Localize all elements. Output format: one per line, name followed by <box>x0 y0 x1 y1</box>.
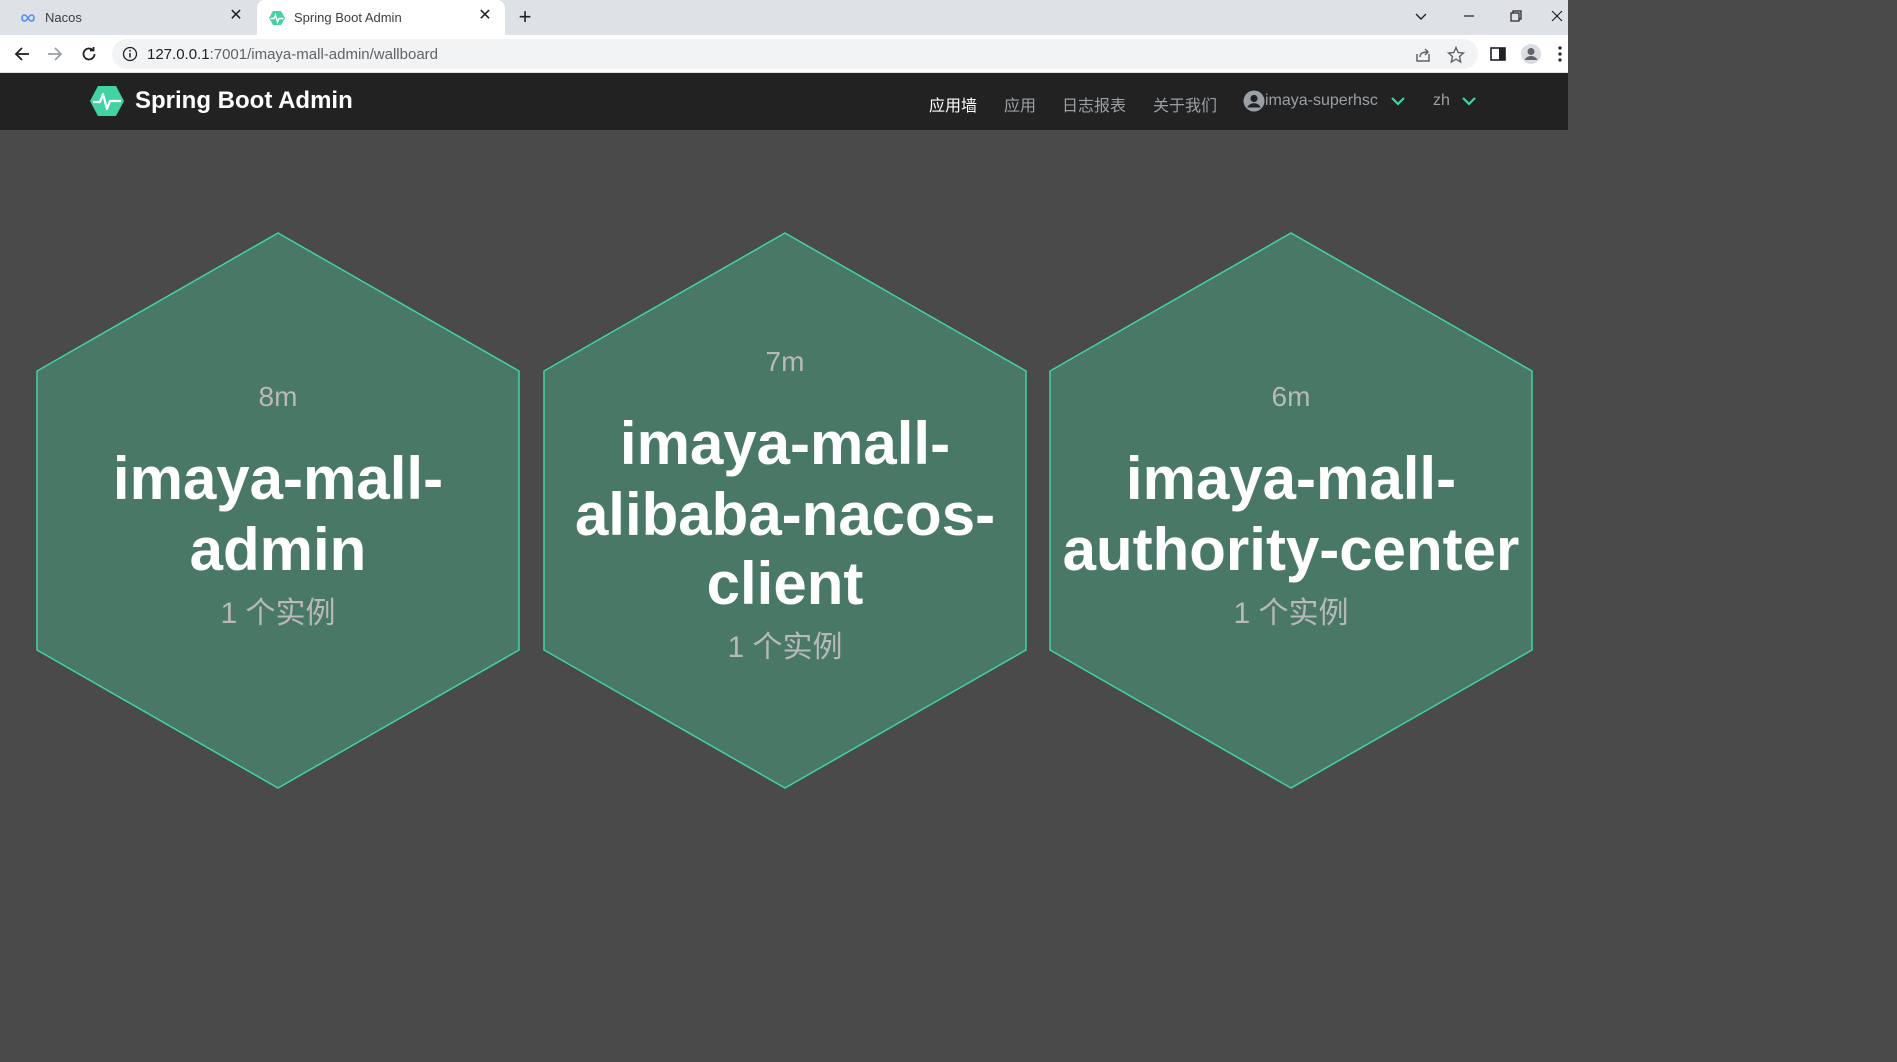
back-icon[interactable] <box>10 42 34 66</box>
app-name-line: imaya-mall- <box>1125 445 1457 512</box>
profile-avatar-icon[interactable] <box>1519 42 1543 66</box>
nav-link-journal[interactable]: 日志报表 <box>1062 92 1126 116</box>
close-icon[interactable]: ✕ <box>477 8 493 24</box>
share-icon[interactable] <box>1414 46 1432 64</box>
brand-title[interactable]: Spring Boot Admin <box>135 87 353 115</box>
app-uptime: 8m <box>258 381 298 412</box>
tab-title: Nacos <box>45 10 82 25</box>
app-instance-count: 1 个实例 <box>727 631 843 664</box>
app-hex-imaya-mall-admin[interactable]: 8m imaya-mall- admin 1 个实例 <box>36 232 520 789</box>
nav-link-about[interactable]: 关于我们 <box>1153 92 1217 116</box>
app-hex-imaya-mall-authority-center[interactable]: 6m imaya-mall- authority-center 1 个实例 <box>1049 232 1533 789</box>
site-info-icon[interactable] <box>122 46 138 62</box>
reload-icon[interactable] <box>77 42 101 66</box>
bookmark-star-icon[interactable] <box>1447 46 1465 64</box>
app-name-line: client <box>706 550 864 617</box>
menu-dots-icon[interactable] <box>1552 42 1568 66</box>
app-name-line: authority-center <box>1062 516 1520 583</box>
app-uptime: 6m <box>1271 381 1311 412</box>
restore-icon[interactable] <box>1502 4 1530 28</box>
app-hex-imaya-mall-alibaba-nacos-client[interactable]: 7m imaya-mall- alibaba-nacos- client 1 个… <box>543 232 1027 789</box>
spring-boot-admin-logo-icon[interactable] <box>90 85 124 117</box>
browser-tab-bar: Nacos ✕ Spring Boot Admin ✕ + <box>0 0 1568 35</box>
forward-icon[interactable] <box>43 42 67 66</box>
chevron-down-icon[interactable] <box>1390 94 1406 108</box>
app-navbar: Spring Boot Admin 应用墙 应用 日志报表 关于我们 imaya… <box>0 73 1568 130</box>
chevron-down-icon[interactable] <box>1461 94 1477 108</box>
url-host: 127.0.0.1 <box>147 46 210 63</box>
tab-title: Spring Boot Admin <box>294 10 402 25</box>
new-tab-button[interactable]: + <box>513 6 537 30</box>
tab-search-chevron-icon[interactable] <box>1407 4 1435 28</box>
language-menu[interactable]: zh <box>1433 92 1450 110</box>
app-name-line: alibaba-nacos- <box>574 481 996 548</box>
app-instance-count: 1 个实例 <box>220 597 336 630</box>
url-text[interactable]: 127.0.0.1:7001/imaya-mall-admin/wallboar… <box>147 46 438 63</box>
app-name-line: admin <box>189 516 367 583</box>
address-bar[interactable]: 127.0.0.1:7001/imaya-mall-admin/wallboar… <box>112 39 1478 69</box>
nav-link-applications[interactable]: 应用 <box>1004 92 1036 116</box>
side-panel-icon[interactable] <box>1486 42 1510 66</box>
spring-boot-admin-icon <box>269 11 285 25</box>
app-name-line: imaya-mall- <box>619 410 951 477</box>
browser-toolbar: 127.0.0.1:7001/imaya-mall-admin/wallboar… <box>0 35 1568 73</box>
close-icon[interactable]: ✕ <box>228 8 244 24</box>
user-menu[interactable]: imaya-superhsc <box>1265 92 1378 110</box>
tab-nacos[interactable]: Nacos ✕ <box>8 0 256 35</box>
minimize-icon[interactable] <box>1455 4 1483 28</box>
app-name-line: imaya-mall- <box>112 445 444 512</box>
close-window-icon[interactable] <box>1546 4 1568 28</box>
user-circle-icon <box>1243 90 1265 112</box>
nav-link-wallboard[interactable]: 应用墙 <box>929 92 977 116</box>
tab-spring-boot-admin[interactable]: Spring Boot Admin ✕ <box>257 0 505 35</box>
app-instance-count: 1 个实例 <box>1233 597 1349 630</box>
app-uptime: 7m <box>765 346 805 377</box>
url-path: :7001/imaya-mall-admin/wallboard <box>209 46 438 63</box>
nacos-icon <box>21 14 35 22</box>
